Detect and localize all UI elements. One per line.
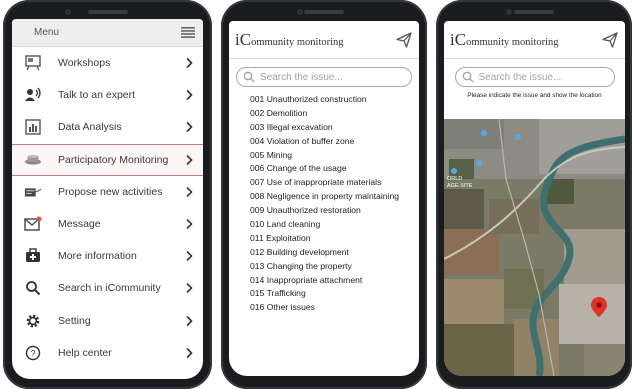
chevron-right-icon [186,251,193,262]
menu-item-propose-activities[interactable]: Propose new activities [12,176,203,208]
issue-item[interactable]: 001 Unauthorized construction [250,93,419,107]
issue-list-screen: iCommunity monitoring Search the issue..… [229,21,419,376]
menu-item-label: Participatory Monitoring [58,153,169,166]
map-label: ORLD [447,176,462,182]
chevron-right-icon [186,315,193,326]
speaker [87,10,128,14]
hamburger-icon[interactable] [181,27,195,38]
app-header: iCommunity monitoring [229,21,419,59]
chevron-right-icon [186,154,193,165]
issue-item[interactable]: 013 Changing the property [250,260,419,274]
expert-icon [24,86,42,104]
menu-item-data-analysis[interactable]: Data Analysis [12,111,203,143]
search-placeholder: Search the issue... [478,71,562,83]
chevron-right-icon [186,122,193,133]
menu-item-label: Help center [58,346,112,359]
issue-item[interactable]: 012 Building development [250,246,419,260]
proposal-icon [24,183,42,201]
camera-dot [297,9,303,15]
app-header: iCommunity monitoring [444,21,625,59]
send-icon[interactable] [602,32,618,48]
menu-item-workshops[interactable]: Workshops [12,47,203,79]
location-screen: iCommunity monitoring Search the issue..… [444,21,625,376]
camera-dot [506,9,512,15]
chevron-right-icon [186,186,193,197]
menu-item-setting[interactable]: Setting [12,305,203,337]
menu-screen: Menu Workshops Talk to an expert Data An… [12,19,203,379]
issue-item[interactable]: 003 Illegal excavation [250,121,419,135]
issue-item[interactable]: 011 Exploitation [250,232,419,246]
menu-item-participatory-monitoring[interactable]: Participatory Monitoring [12,143,203,176]
menu-item-label: Talk to an expert [58,89,136,102]
menu-item-talk-expert[interactable]: Talk to an expert [12,79,203,111]
menu-item-label: Propose new activities [58,185,163,198]
message-icon [24,215,42,233]
phone-menu: Menu Workshops Talk to an expert Data An… [3,0,212,389]
issue-item[interactable]: 010 Land cleaning [250,218,419,232]
menu-item-label: More information [58,250,137,263]
issue-item[interactable]: 005 Mining [250,149,419,163]
menu-item-message[interactable]: Message [12,208,203,240]
issue-item[interactable]: 006 Change of the usage [250,162,419,176]
menu-item-help-center[interactable]: ? Help center [12,337,203,369]
issue-item[interactable]: 004 Violation of buffer zone [250,135,419,149]
send-icon[interactable] [396,32,412,48]
search-placeholder: Search the issue... [260,71,343,83]
satellite-map[interactable]: ORLD AGE SITE [444,119,625,376]
issue-item[interactable]: 016 Other issues [250,301,419,315]
chevron-right-icon [186,90,193,101]
phone-issue-list: iCommunity monitoring Search the issue..… [221,0,427,389]
menu-item-label: Workshops [58,57,111,70]
menu-item-label: Message [58,218,101,231]
search-icon [24,279,42,297]
instruction-text: Please indicate the issue and show the l… [467,92,602,99]
menu-item-label: Setting [58,314,91,327]
chevron-right-icon [186,218,193,230]
issue-item[interactable]: 002 Demolition [250,107,419,121]
speaker [304,10,344,14]
chevron-right-icon [186,283,193,294]
issue-item[interactable]: 014 Inappropriate attachment [250,274,419,288]
menu-header: Menu [12,19,203,47]
app-title: iCommunity monitoring [450,30,559,49]
menu-item-search-icommunity[interactable]: Search in iCommunity [12,272,203,304]
help-icon: ? [24,344,42,362]
workshop-icon [24,54,42,72]
menu-title: Menu [34,27,60,38]
menu-list: Workshops Talk to an expert Data Analysi… [12,47,203,369]
map-label: AGE SITE [447,183,473,189]
issue-item[interactable]: 008 Negligence in property maintaining [250,190,419,204]
issue-item[interactable]: 015 Trafficking [250,287,419,301]
chevron-right-icon [186,58,193,69]
info-icon [24,247,42,265]
issue-item[interactable]: 007 Use of inappropriate materials [250,176,419,190]
menu-item-label: Search in iCommunity [58,282,161,295]
gear-icon [24,312,42,330]
search-icon [243,71,255,83]
issue-list: 001 Unauthorized construction 002 Demoli… [229,93,419,315]
issue-item[interactable]: 009 Unauthorized restoration [250,204,419,218]
phone-location-map: iCommunity monitoring Search the issue..… [436,0,632,389]
search-input[interactable]: Search the issue... [454,67,615,87]
chevron-right-icon [186,347,193,358]
svg-text:?: ? [30,348,35,358]
menu-item-more-information[interactable]: More information [12,240,203,272]
app-title: iCommunity monitoring [235,30,344,49]
search-input[interactable]: Search the issue... [236,67,412,87]
speaker [514,10,554,14]
search-icon [462,71,473,83]
camera-dot [65,9,71,15]
chart-icon [24,118,42,136]
menu-item-label: Data Analysis [58,121,122,134]
monitoring-icon [24,151,42,169]
